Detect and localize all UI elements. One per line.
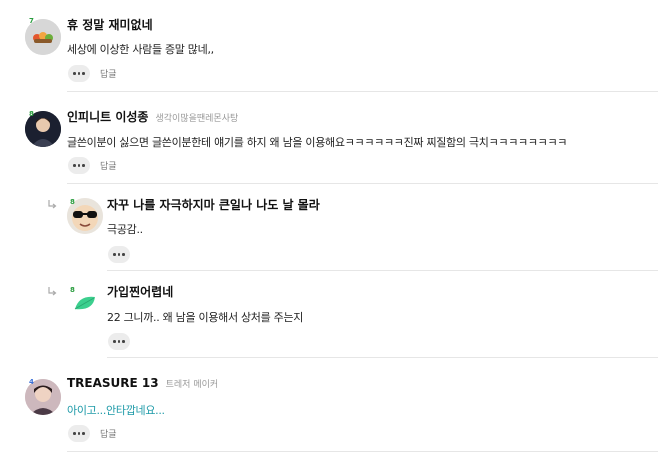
nickname[interactable]: 인피니트 이성종 [67,108,148,125]
reply-button[interactable]: 답글 [100,427,117,440]
comment-text: 세상에 이상한 사람들 증말 많네,, [67,43,214,56]
more-options-button[interactable] [108,246,130,263]
more-options-button[interactable] [68,425,90,442]
reply-button[interactable]: 답글 [100,67,117,80]
divider [107,357,658,358]
nickname[interactable]: 자꾸 나를 자극하지마 큰일나 나도 날 몰라 [107,196,320,213]
comment-text: 극공감.. [107,223,143,236]
level-badge: 8 [70,198,75,206]
nickname[interactable]: 휴 정말 재미없네 [67,16,153,33]
user-rank: 생각이많을땐레몬사탕 [155,114,239,124]
more-options-button[interactable] [68,157,90,174]
level-badge: 4 [29,378,34,386]
more-options-button[interactable] [108,333,130,350]
nickname[interactable]: 가입찐어렵네 [107,283,173,300]
nickname[interactable]: TREASURE 13 [67,376,159,390]
divider [67,451,658,452]
reply-arrow-icon [47,199,57,209]
divider [67,91,658,92]
comment-text: 글쓴이분이 싫으면 글쓴이분한테 얘기를 하지 왜 남을 이용해요ㅋㅋㅋㅋㅋㅋ진… [67,136,568,149]
comment-text: 22 그니까.. 왜 남을 이용해서 상처를 주는지 [107,311,304,324]
comment-text: 아이고...안타깝네요... [67,404,165,417]
divider [67,183,658,184]
divider [107,270,658,271]
reply-button[interactable]: 답글 [100,159,117,172]
user-rank: 트레저 메이커 [165,380,219,390]
level-badge: 7 [29,17,34,25]
level-badge: 8 [70,286,75,294]
level-badge: 8 [29,110,34,118]
reply-arrow-icon [47,286,57,296]
more-options-button[interactable] [68,65,90,82]
